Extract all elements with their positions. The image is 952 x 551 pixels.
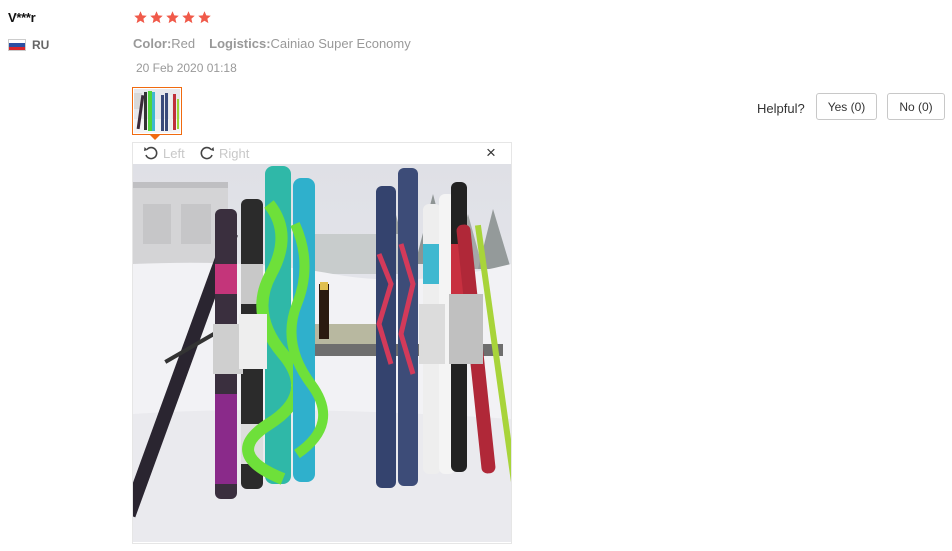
helpful-yes-button[interactable]: Yes (0) <box>816 93 877 120</box>
rotate-right-button[interactable]: Right <box>199 145 249 161</box>
star-icon <box>150 11 163 24</box>
review-date: 20 Feb 2020 01:18 <box>136 61 237 75</box>
review-attributes: Color:Red Logistics:Cainiao Super Economy <box>133 36 411 51</box>
rotate-right-icon <box>200 146 214 160</box>
reviewer-country: RU <box>32 38 50 52</box>
color-attr-key: Color: <box>133 36 172 51</box>
reviewer-name: V***r <box>8 10 36 25</box>
logistics-attr-value: Cainiao Super Economy <box>270 36 411 51</box>
color-attr-value: Red <box>171 36 196 51</box>
rotate-right-label: Right <box>219 145 250 161</box>
rotate-left-button[interactable]: Left <box>143 145 185 161</box>
thumbnail-pointer <box>149 134 161 140</box>
helpful-label: Helpful? <box>757 101 805 116</box>
star-icon <box>134 11 147 24</box>
rotate-left-icon <box>144 146 158 160</box>
star-icon <box>198 11 211 24</box>
close-icon[interactable]: × <box>486 144 496 162</box>
star-icon <box>182 11 195 24</box>
russia-flag-icon <box>8 39 26 51</box>
helpful-no-button[interactable]: No (0) <box>887 93 945 120</box>
review-photo <box>133 164 511 542</box>
rotate-left-label: Left <box>163 145 185 161</box>
rating-stars <box>133 10 212 25</box>
image-viewer-toolbar: Left Right × <box>133 143 511 164</box>
star-icon <box>166 11 179 24</box>
review-photo-thumbnail[interactable] <box>132 87 182 135</box>
logistics-attr-key: Logistics: <box>209 36 271 51</box>
